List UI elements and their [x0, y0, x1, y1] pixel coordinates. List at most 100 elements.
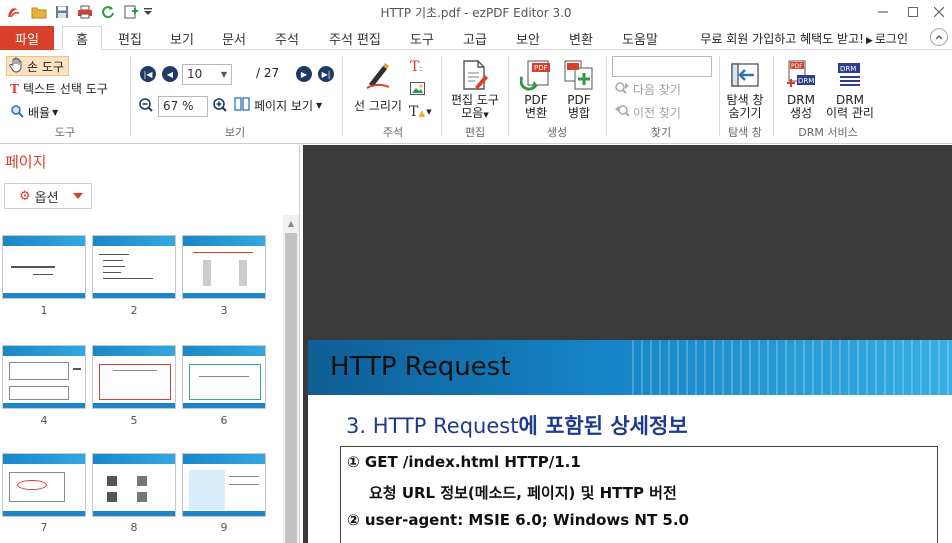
- promo-link[interactable]: 무료 회원 가입하고 혜택도 받고! ▶ 로그인: [700, 30, 908, 47]
- section-number: 3.: [346, 414, 367, 438]
- page-number-input[interactable]: 10 ▼: [182, 64, 232, 85]
- text-annotation-button[interactable]: T:: [410, 59, 422, 75]
- thumb-footer: [183, 511, 265, 516]
- page-thumbnail[interactable]: [2, 235, 86, 299]
- thumb-line: [11, 266, 55, 268]
- text-annotation-icon: T:: [410, 59, 423, 75]
- draw-line-button[interactable]: 선 그리기: [348, 58, 408, 113]
- tab-document[interactable]: 문서: [214, 26, 254, 50]
- page-thumbnail[interactable]: [92, 235, 176, 299]
- next-page-button[interactable]: ▶: [296, 66, 312, 82]
- file-tab[interactable]: 파일: [0, 26, 54, 50]
- tab-advanced[interactable]: 고급: [455, 26, 495, 50]
- thumb-number: 2: [130, 304, 138, 317]
- page-thumbnail[interactable]: [92, 345, 176, 409]
- thumb-line: [99, 254, 129, 255]
- svg-text:PDF: PDF: [534, 64, 548, 72]
- prev-page-icon: ◀: [166, 69, 174, 79]
- page-thumbnail[interactable]: [182, 345, 266, 409]
- scroll-up-icon[interactable]: ▲: [283, 215, 299, 231]
- first-page-button[interactable]: |◀: [140, 66, 156, 82]
- zoom-tool-button[interactable]: 배율 ▼: [10, 104, 58, 121]
- text-style-button[interactable]: T▲ ▼: [409, 104, 432, 120]
- minimize-button[interactable]: [868, 0, 898, 24]
- document-view[interactable]: HTTP Request 3. HTTP Request에 포함된 상세정보 ①…: [303, 145, 952, 543]
- edit-tools-button[interactable]: 편집 도구 모음▼: [446, 58, 504, 122]
- options-button[interactable]: ⚙ 옵션: [4, 183, 92, 209]
- page-thumbnail[interactable]: [92, 453, 176, 517]
- pdf-merge-icon: [563, 58, 595, 92]
- zoom-out-button[interactable]: [138, 97, 154, 116]
- tab-help[interactable]: 도움말: [614, 26, 666, 50]
- thumb-line: [33, 274, 53, 275]
- tab-home[interactable]: 홈: [62, 26, 102, 50]
- search-input[interactable]: [612, 56, 712, 77]
- drm-create-button[interactable]: PDF DRM DRM 생성: [780, 58, 822, 120]
- pen-icon: [362, 58, 394, 92]
- section-heading: 3. HTTP Request에 포함된 상세정보: [346, 410, 688, 440]
- pdf-page: HTTP Request 3. HTTP Request에 포함된 상세정보 ①…: [308, 340, 952, 543]
- thumb-footer: [93, 403, 175, 408]
- edit-document-icon: [459, 58, 491, 92]
- tab-tools[interactable]: 도구: [402, 26, 442, 50]
- last-page-button[interactable]: ▶|: [318, 66, 334, 82]
- login-link[interactable]: 로그인: [875, 32, 908, 46]
- gear-icon: ⚙: [19, 188, 31, 204]
- prev-page-button[interactable]: ◀: [162, 66, 178, 82]
- zoom-level-input[interactable]: 67 %: [158, 96, 208, 117]
- text-select-tool-button[interactable]: T 텍스트 선택 도구: [10, 80, 108, 97]
- tab-security[interactable]: 보안: [508, 26, 548, 50]
- panel-title: 페이지: [5, 153, 47, 171]
- close-button[interactable]: [924, 0, 952, 24]
- thumb-line: [103, 278, 153, 279]
- edit-tools-label-2: 모음▼: [461, 106, 489, 120]
- page-dropdown-icon[interactable]: ▼: [221, 70, 227, 79]
- zoom-in-button[interactable]: [212, 97, 228, 116]
- thumb-footer: [3, 403, 85, 408]
- thumb-line: [103, 272, 121, 273]
- thumb-header: [93, 346, 175, 356]
- tab-view[interactable]: 보기: [162, 26, 202, 50]
- hand-tool-button[interactable]: 손 도구: [6, 56, 69, 76]
- page-thumbnail[interactable]: [182, 453, 266, 517]
- navpane-icon: [729, 58, 761, 92]
- options-label: 옵션: [34, 190, 59, 206]
- tab-edit[interactable]: 편집: [110, 26, 150, 50]
- find-prev-button[interactable]: 이전 찾기: [614, 104, 681, 121]
- page-view-dropdown-icon: ▼: [316, 101, 323, 110]
- page-banner: HTTP Request: [308, 340, 952, 395]
- thumb-header: [183, 236, 265, 246]
- group-label-navpane: 탐색 창: [728, 126, 762, 139]
- thumb-line: [137, 492, 147, 502]
- group-label-view: 보기: [224, 126, 246, 139]
- next-page-icon: ▶: [300, 69, 308, 79]
- tab-annotation-edit[interactable]: 주석 편집: [322, 26, 388, 50]
- find-next-button[interactable]: 다음 찾기: [614, 81, 681, 98]
- page-view-button[interactable]: 페이지 보기 ▼: [234, 97, 322, 114]
- zoom-dropdown-icon: ▼: [52, 108, 59, 117]
- collapse-ribbon-button[interactable]: [930, 28, 948, 46]
- page-thumbnail[interactable]: [182, 235, 266, 299]
- drm-create-icon: PDF DRM: [785, 58, 817, 92]
- tab-convert[interactable]: 변환: [561, 26, 601, 50]
- thumb-line: [103, 260, 123, 261]
- page-thumbnail[interactable]: [2, 345, 86, 409]
- thumb-header: [3, 454, 85, 464]
- image-annotation-button[interactable]: [410, 82, 425, 98]
- scroll-thumb[interactable]: [285, 233, 297, 543]
- separator: [773, 56, 774, 136]
- tab-annotation[interactable]: 주석: [267, 26, 307, 50]
- zoom-magnifier-icon: [10, 104, 24, 121]
- page-thumbnail[interactable]: [2, 453, 86, 517]
- thumb-line: [239, 260, 247, 286]
- thumb-footer: [3, 511, 85, 516]
- hide-navpane-button[interactable]: 탐색 창 숨기기: [722, 58, 768, 120]
- drm-history-icon: DRM: [834, 58, 866, 92]
- thumbnail-scrollbar[interactable]: ▲: [283, 215, 299, 543]
- drm-history-button[interactable]: DRM DRM 이력 관리: [822, 58, 878, 120]
- hide-navpane-label-2: 숨기기: [728, 106, 762, 120]
- pdf-merge-button[interactable]: PDF 병합: [558, 58, 600, 120]
- content-box: ① GET /index.html HTTP/1.1 요청 URL 정보(메소드…: [340, 446, 938, 543]
- pdf-convert-button[interactable]: PDF PDF 변환: [515, 58, 557, 120]
- promo-text[interactable]: 무료 회원 가입하고 혜택도 받고!: [700, 32, 864, 46]
